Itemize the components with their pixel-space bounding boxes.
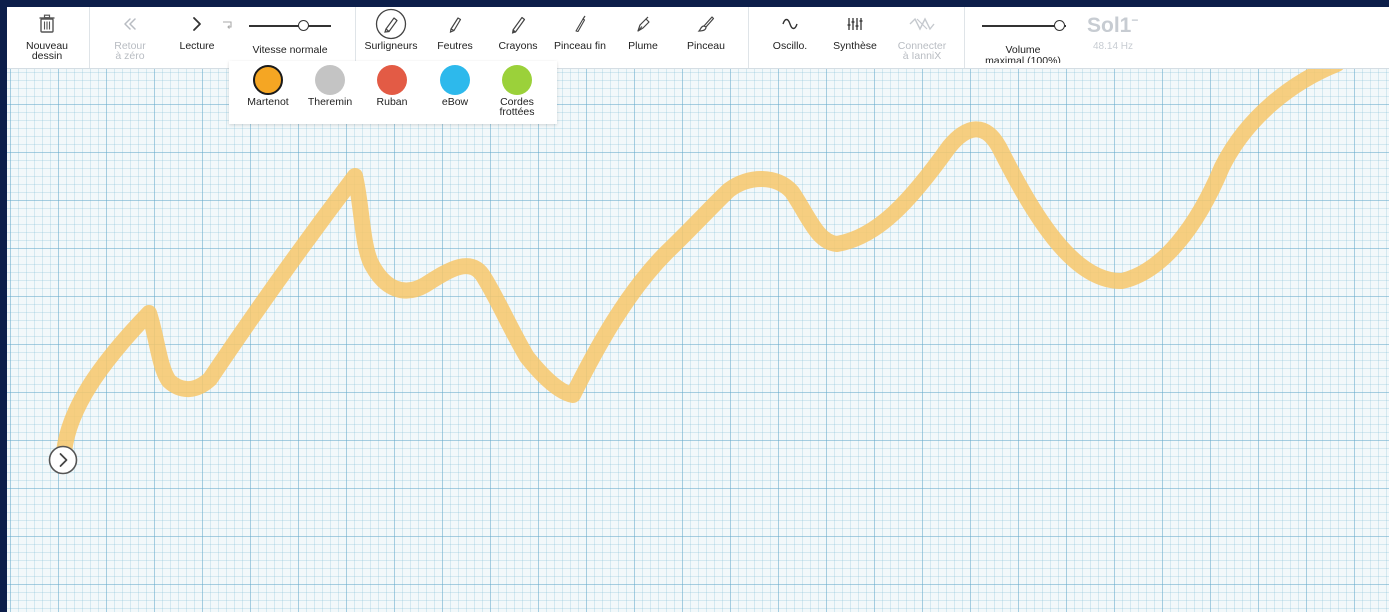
note-frequency: 48.14 Hz [1093,41,1134,52]
tool-paint-brush[interactable]: Pinceau [681,7,731,68]
tool-label: Surligneurs [364,40,418,52]
play-button[interactable]: Lecture [173,7,221,68]
note-name: Sol1− [1087,13,1138,38]
playhead-play-icon[interactable] [48,445,78,475]
tool-label: Feutres [437,40,473,52]
marker-icon [446,7,464,41]
iannix-icon [907,7,937,41]
double-chevron-left-icon [122,7,138,41]
rewind-button[interactable]: Retour à zéro [105,7,155,68]
speed-slider-track [249,25,331,27]
tool-label: Plume [628,40,658,52]
divider [89,7,90,68]
drawing-app: Nouveau dessin Retour à zéro Lecture Vit… [7,7,1389,612]
instrument-label: eBow [441,96,469,108]
speed-slider-knob[interactable] [298,20,309,31]
synthese-label: Synthèse [833,40,877,52]
speed-slider[interactable] [249,20,331,32]
divider [964,7,965,68]
toolbar: Nouveau dessin Retour à zéro Lecture Vit… [7,7,1389,69]
instrument-ebow[interactable]: eBow [424,61,486,124]
tool-marker[interactable]: Feutres [431,7,479,68]
instrument-swatch[interactable] [377,65,407,95]
instrument-label: Ruban [376,96,408,108]
instrument-ruban[interactable]: Ruban [361,61,423,124]
volume-slider[interactable] [982,20,1066,32]
tool-label: Pinceau [687,40,725,52]
instrument-martenot[interactable]: Martenot [237,61,299,124]
rewind-label: Retour à zéro [114,40,146,62]
tool-label: Pinceau fin [554,40,606,52]
tool-fine-brush[interactable]: Pinceau fin [549,7,611,68]
connect-label: Connecter à IanniX [897,40,947,62]
note-suffix: − [1131,13,1139,27]
play-label: Lecture [179,40,215,52]
instrument-cordes-frottees[interactable]: Cordes frottées [486,61,548,124]
new-drawing-label: Nouveau dessin [25,40,69,62]
instrument-popover: Martenot Theremin Ruban eBow Cordes frot… [229,61,557,124]
instrument-label: Martenot [247,96,289,108]
tool-pencil[interactable]: Crayons [493,7,543,68]
paint-brush-icon [696,7,716,41]
volume-slider-knob[interactable] [1054,20,1065,31]
connect-iannix-button[interactable]: Connecter à IanniX [891,7,953,68]
sine-wave-icon [781,7,799,41]
instrument-swatch[interactable] [315,65,345,95]
synthese-button[interactable]: Synthèse [829,7,881,68]
tool-highlighter[interactable]: Surligneurs [359,7,423,68]
trash-icon [38,7,56,41]
fountain-pen-icon [634,7,652,41]
new-drawing-button[interactable]: Nouveau dessin [19,7,75,68]
highlighter-icon [375,7,407,41]
pencil-icon [509,7,527,41]
speed-label: Vitesse normale [252,44,328,56]
tool-label: Crayons [498,40,538,52]
oscillo-button[interactable]: Oscillo. [765,7,815,68]
instrument-swatch[interactable] [253,65,283,95]
divider [355,7,356,68]
chevron-right-icon [191,7,203,41]
fine-brush-icon [571,7,589,41]
instrument-theremin[interactable]: Theremin [299,61,361,124]
tool-fountain-pen[interactable]: Plume [619,7,667,68]
oscillo-label: Oscillo. [772,40,808,52]
mixer-sliders-icon [846,7,864,41]
note-name-text: Sol1 [1087,14,1132,37]
instrument-swatch[interactable] [502,65,532,95]
divider [748,7,749,68]
loop-icon[interactable] [220,19,234,33]
drawing-canvas[interactable] [7,7,1389,612]
instrument-label: Cordes frottées [499,96,535,118]
instrument-swatch[interactable] [440,65,470,95]
volume-label: Volume maximal (100%) [985,45,1061,63]
instrument-label: Theremin [307,96,353,108]
